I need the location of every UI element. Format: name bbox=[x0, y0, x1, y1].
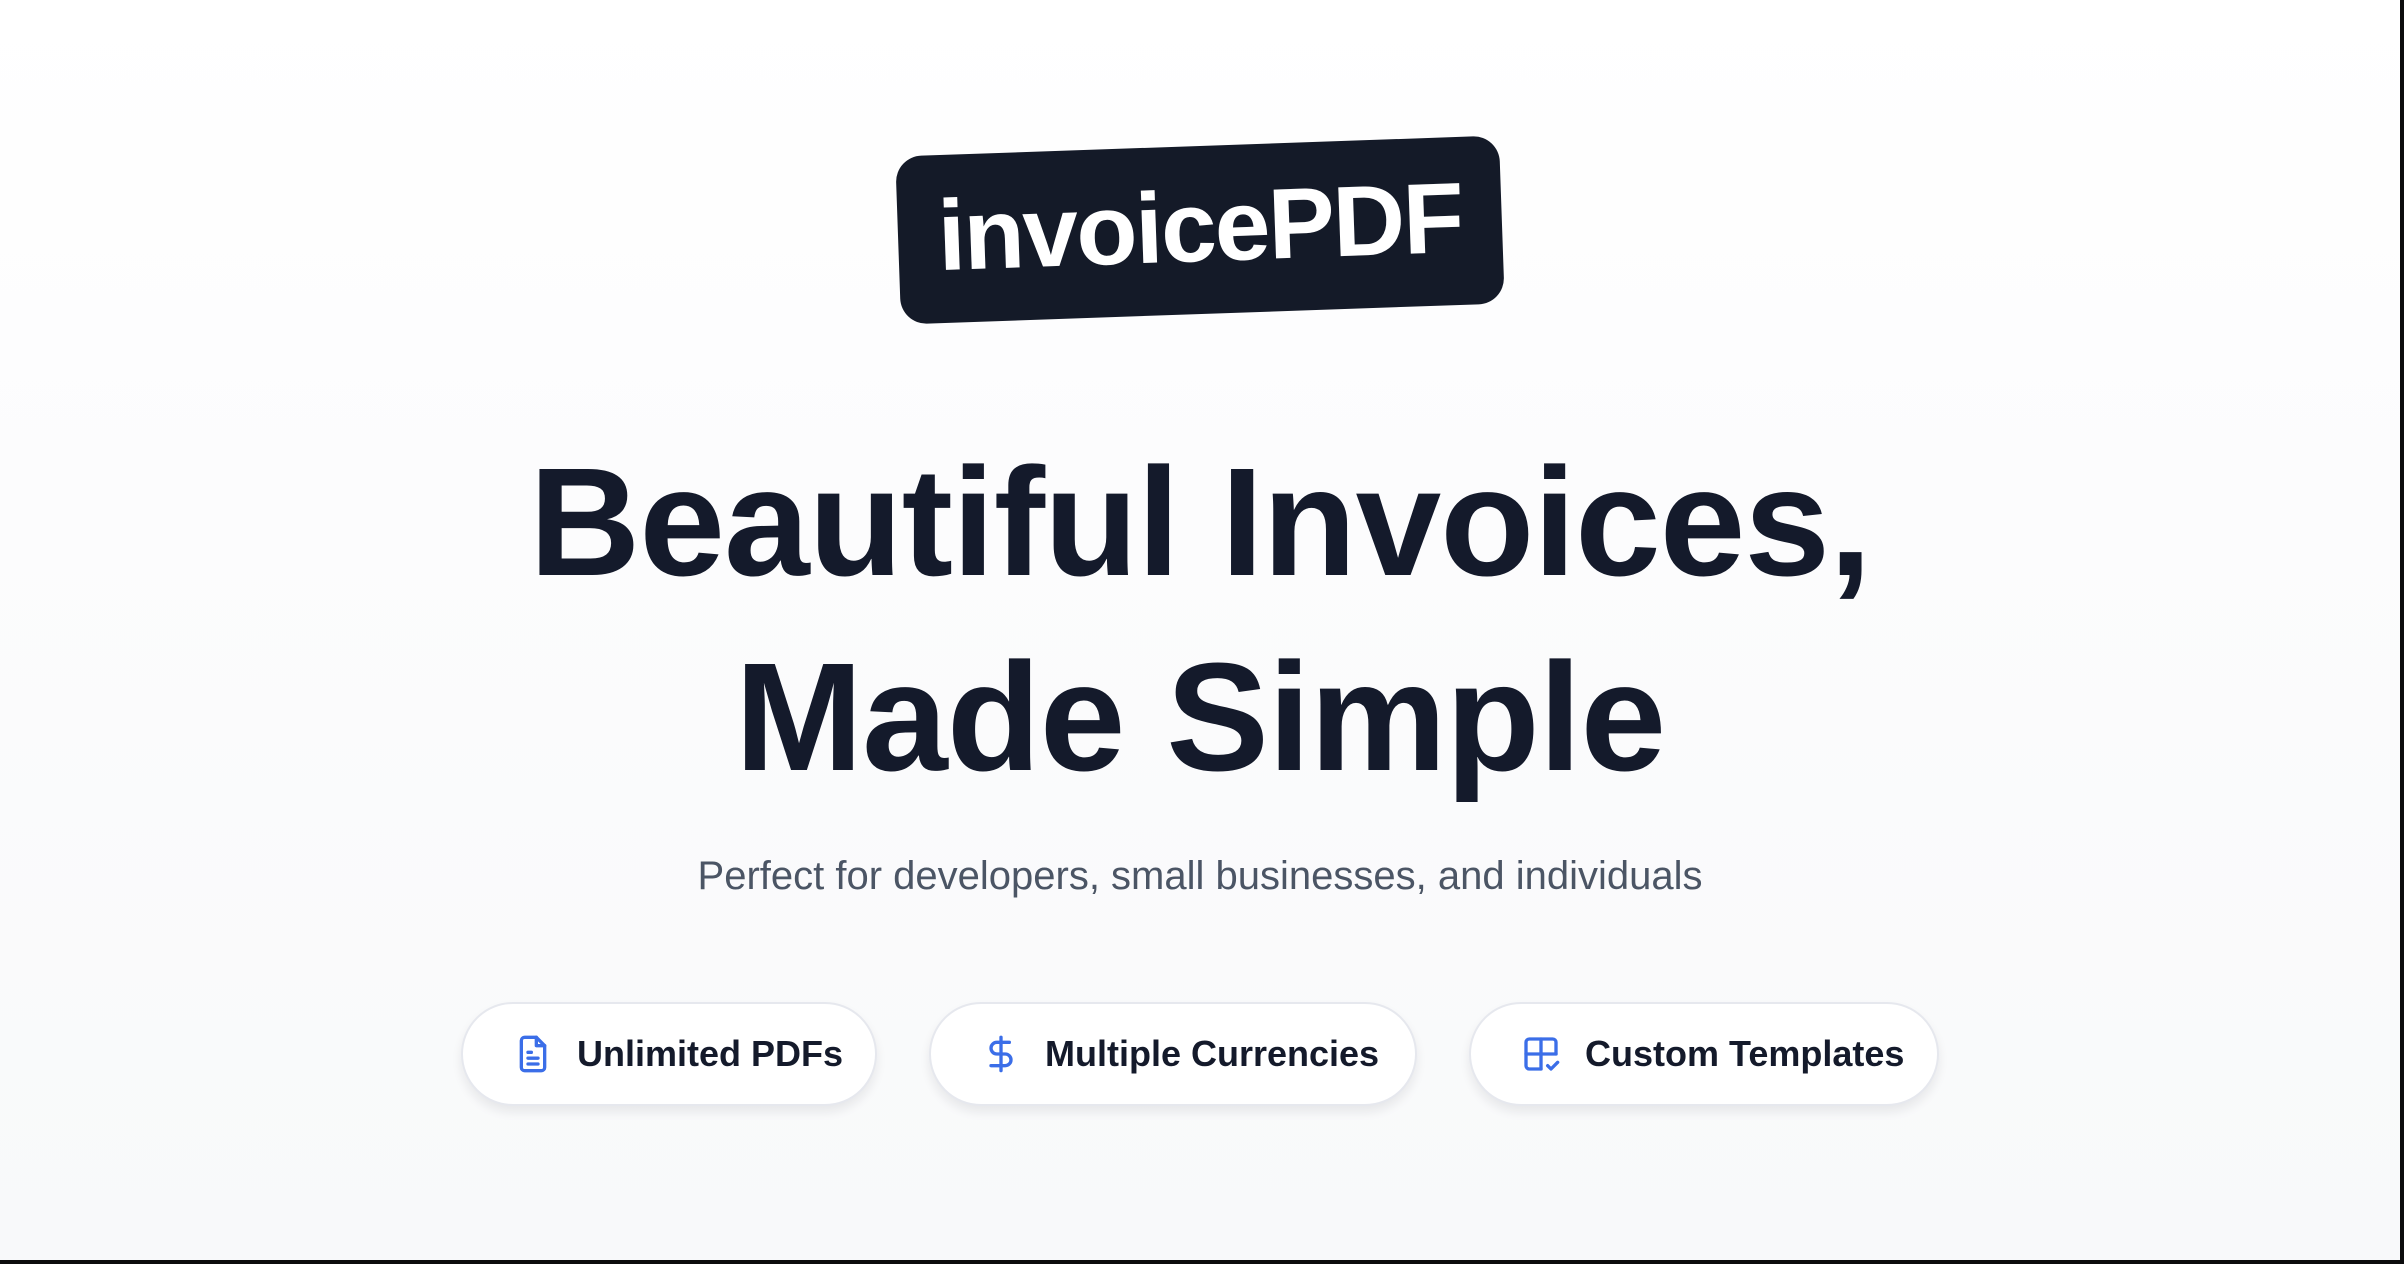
feature-pill-multiple-currencies[interactable]: Multiple Currencies bbox=[929, 1002, 1417, 1106]
hero-subtitle: Perfect for developers, small businesses… bbox=[697, 854, 1703, 898]
feature-pill-label: Multiple Currencies bbox=[1045, 1033, 1380, 1074]
feature-pills: Unlimited PDFs Multiple Currencies Custo… bbox=[0, 1002, 2400, 1106]
dollar-icon bbox=[981, 1034, 1021, 1074]
landing-page: invoicePDF Beautiful Invoices, Made Simp… bbox=[0, 0, 2400, 1260]
feature-pill-custom-templates[interactable]: Custom Templates bbox=[1469, 1002, 1939, 1106]
feature-pill-label: Unlimited PDFs bbox=[577, 1033, 844, 1074]
document-icon bbox=[513, 1034, 553, 1074]
template-check-icon bbox=[1521, 1034, 1561, 1074]
headline-line-1: Beautiful Invoices, bbox=[529, 436, 1872, 608]
hero-section: invoicePDF Beautiful Invoices, Made Simp… bbox=[0, 0, 2400, 1260]
feature-pill-unlimited-pdfs[interactable]: Unlimited PDFs bbox=[461, 1002, 877, 1106]
logo-text: invoicePDF bbox=[935, 161, 1464, 293]
feature-pill-label: Custom Templates bbox=[1585, 1033, 1905, 1074]
logo-badge[interactable]: invoicePDF bbox=[895, 135, 1505, 325]
headline-line-2: Made Simple bbox=[734, 631, 1666, 803]
